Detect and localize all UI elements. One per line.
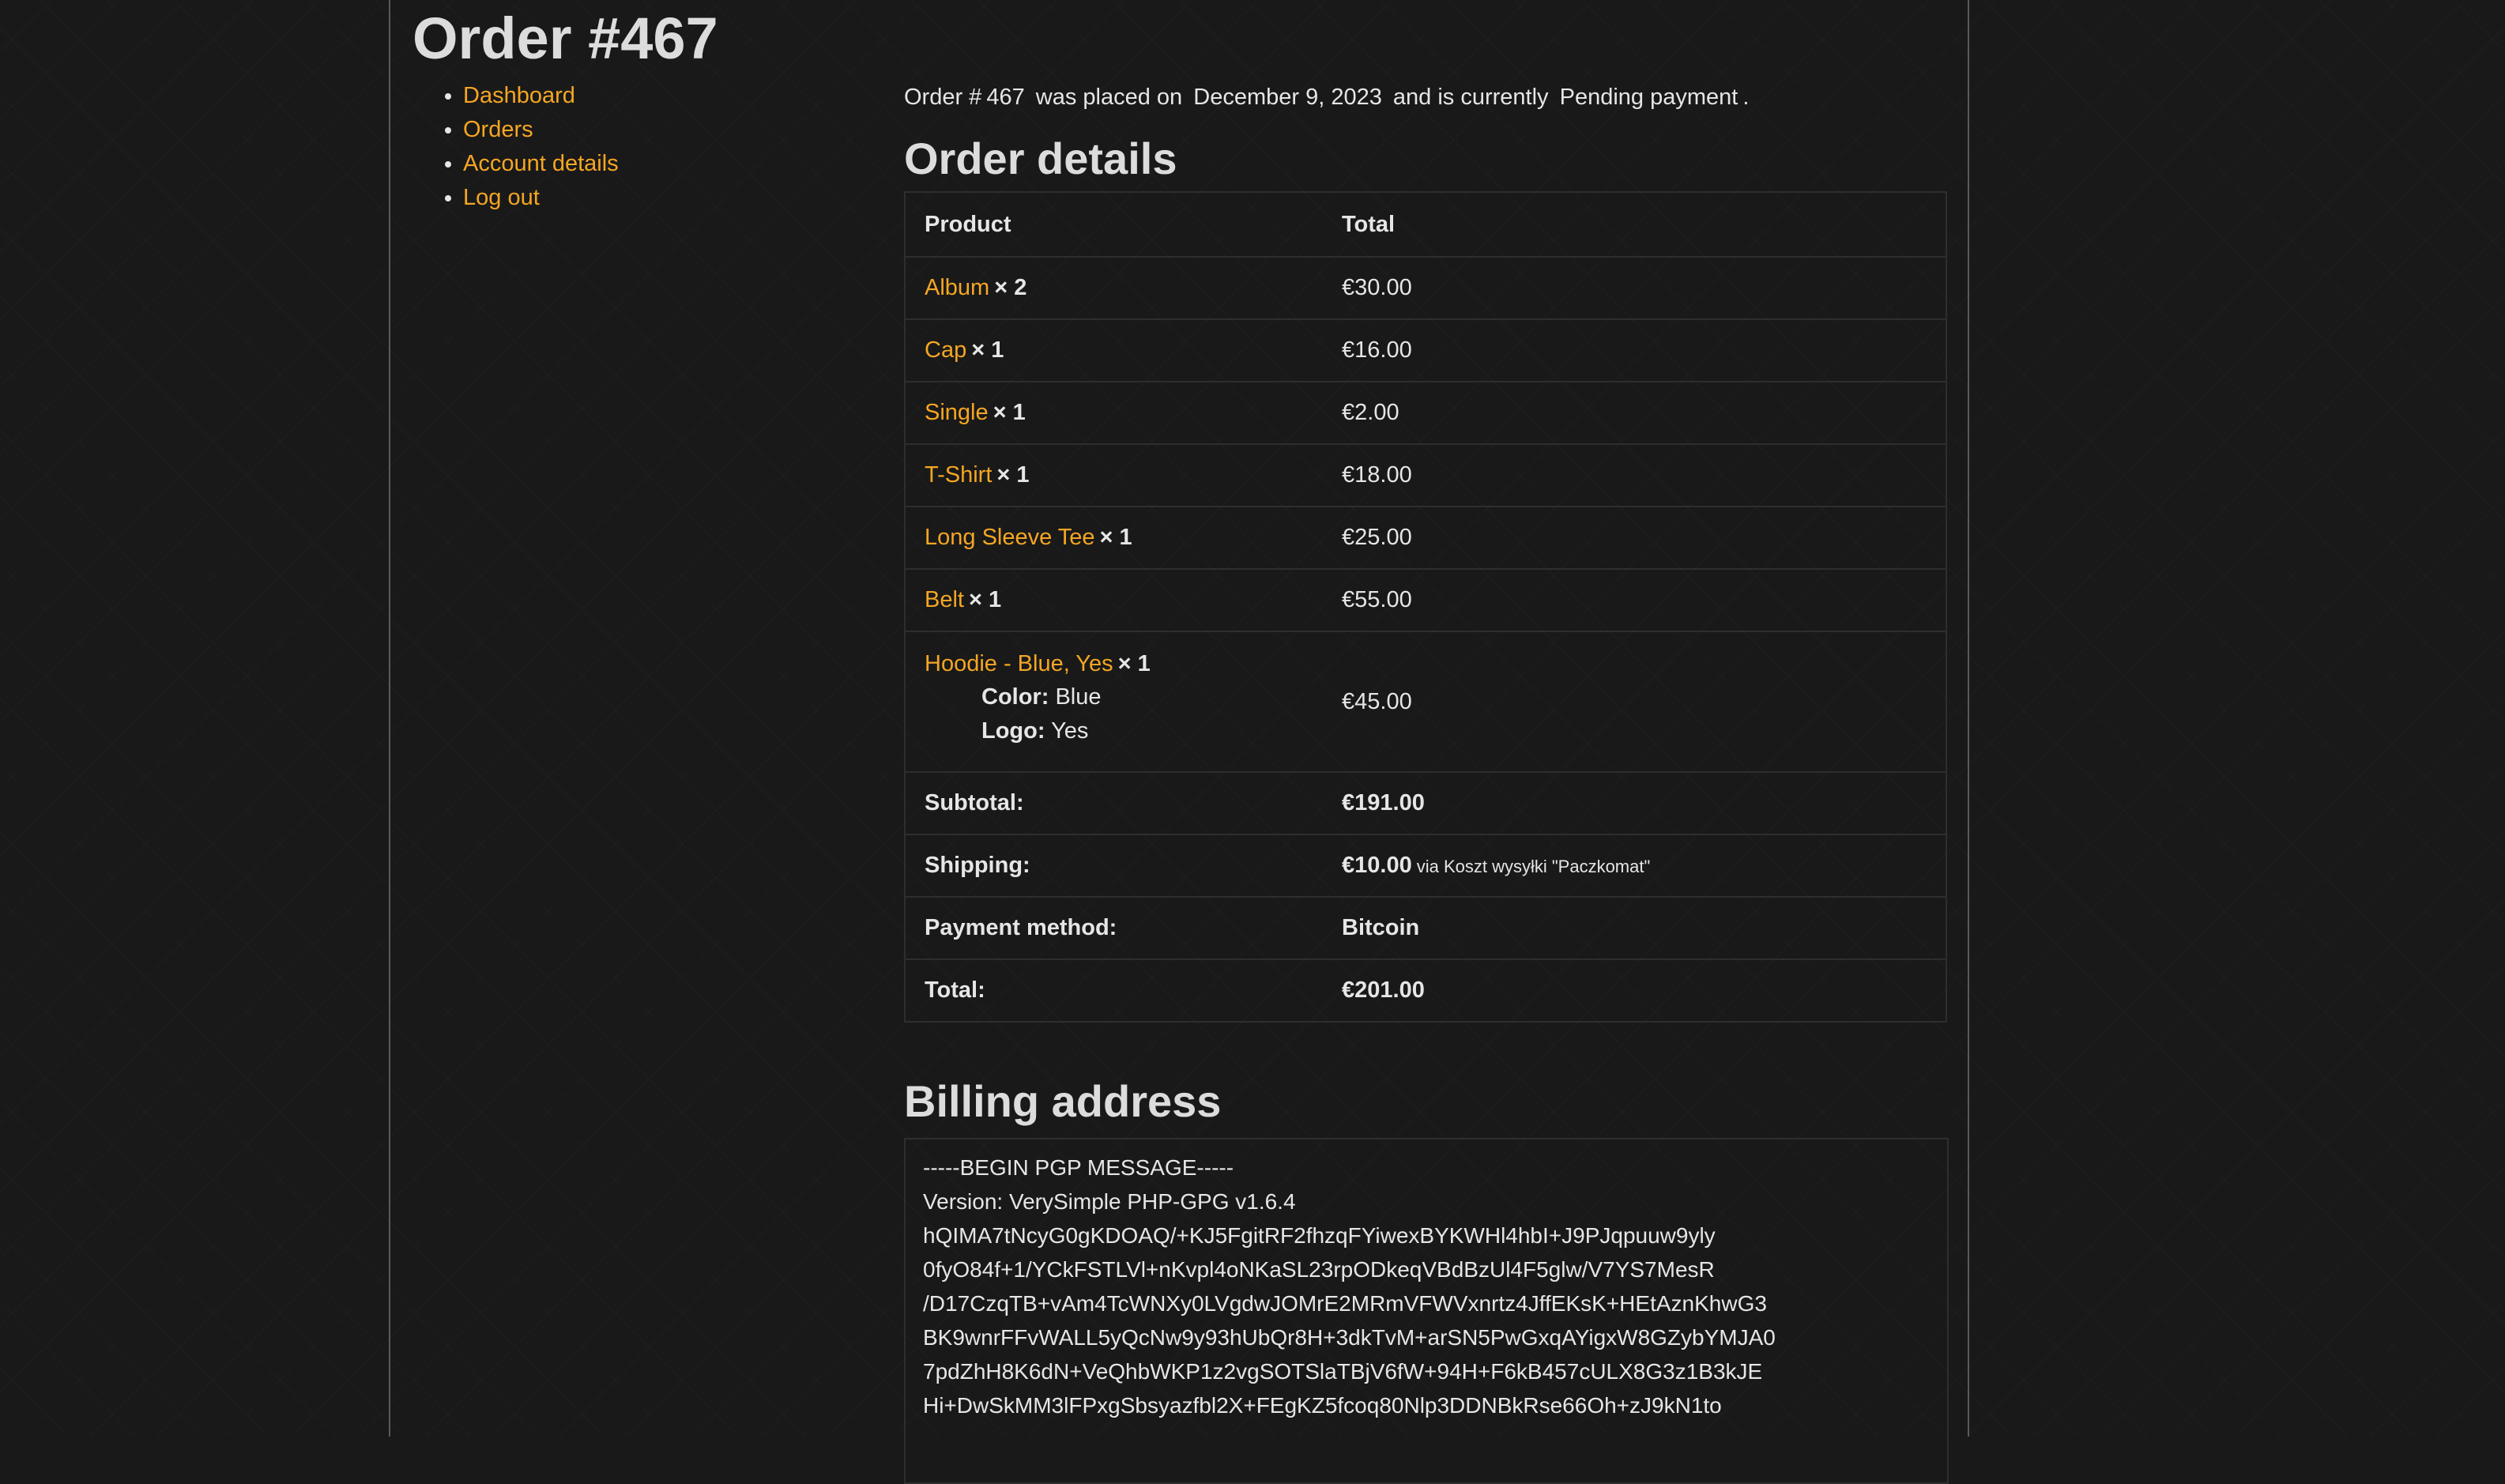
product-link[interactable]: Hoodie - Blue, Yes	[925, 651, 1113, 676]
table-row: T-Shirt × 1 €18.00	[905, 444, 1946, 507]
product-quantity: × 1	[1099, 525, 1132, 550]
line-total: €55.00	[1323, 569, 1946, 632]
product-cell: T-Shirt × 1	[905, 444, 1323, 507]
nav-link-dashboard[interactable]: Dashboard	[463, 83, 575, 108]
shipping-cell: €10.00 via Koszt wysyłki "Paczkomat"	[1323, 834, 1946, 898]
product-quantity: × 1	[971, 337, 1004, 363]
shipping-row: Shipping: €10.00 via Koszt wysyłki "Paczk…	[905, 834, 1946, 898]
product-cell: Single × 1	[905, 382, 1323, 445]
meta-value: Blue	[1055, 684, 1102, 710]
meta-key: Logo:	[981, 718, 1045, 744]
product-cell: Long Sleeve Tee × 1	[905, 507, 1323, 570]
page-container: Order #467 Dashboard Orders Account deta…	[389, 0, 1969, 1484]
payment-method-row: Payment method: Bitcoin	[905, 897, 1946, 960]
product-quantity: × 1	[968, 587, 1002, 612]
line-total: €45.00	[1323, 631, 1946, 773]
line-total: €16.00	[1323, 319, 1946, 382]
table-row: Belt × 1 €55.00	[905, 569, 1946, 632]
shipping-label: Shipping:	[905, 834, 1323, 898]
account-navigation: Dashboard Orders Account details Log out	[431, 79, 619, 215]
meta-value: Yes	[1051, 718, 1089, 744]
summary-prefix: Order #	[904, 85, 982, 110]
pgp-line: /D17CzqTB+vAm4TcWNXy0LVgdwJOMrE2MRmVFWVx…	[923, 1291, 1767, 1316]
pgp-line: 0fyO84f+1/YCkFSTLVl+nKvpl4oNKaSL23rpODke…	[923, 1257, 1715, 1282]
nav-item-account-details: Account details	[463, 147, 619, 181]
table-row: Album × 2 €30.00	[905, 257, 1946, 320]
variation-logo: Logo: Yes	[981, 714, 1304, 748]
pgp-line: 7pdZhH8K6dN+VeQhbWKP1z2vgSOTSlaTBjV6fW+9…	[923, 1359, 1763, 1384]
product-link[interactable]: Long Sleeve Tee	[925, 525, 1095, 550]
product-link[interactable]: Belt	[925, 587, 964, 612]
shipping-value: €10.00	[1342, 853, 1412, 878]
billing-address-box: -----BEGIN PGP MESSAGE----- Version: Ver…	[904, 1138, 1949, 1484]
meta-key: Color:	[981, 684, 1049, 710]
order-summary: Order #467 was placed on December 9, 202…	[904, 79, 1947, 115]
total-value: €201.00	[1323, 959, 1946, 1023]
total-row: Total: €201.00	[905, 959, 1946, 1023]
payment-method-label: Payment method:	[905, 897, 1323, 960]
product-quantity: × 1	[996, 462, 1030, 488]
table-row: Long Sleeve Tee × 1 €25.00	[905, 507, 1946, 570]
nav-item-orders: Orders	[463, 113, 619, 147]
order-status: Pending payment	[1559, 85, 1738, 110]
product-cell: Album × 2	[905, 257, 1323, 320]
pgp-line: Hi+DwSkMM3lFPxgSbsyazfbl2X+FEgKZ5fcoq80N…	[923, 1393, 1722, 1418]
nav-item-dashboard: Dashboard	[463, 79, 619, 113]
line-total: €25.00	[1323, 507, 1946, 570]
table-row: Cap × 1 €16.00	[905, 319, 1946, 382]
order-date: December 9, 2023	[1193, 85, 1382, 110]
table-row: Single × 1 €2.00	[905, 382, 1946, 445]
product-cell: Hoodie - Blue, Yes × 1 Color: Blue Logo: …	[905, 631, 1323, 773]
variation-color: Color: Blue	[981, 680, 1304, 714]
line-total: €2.00	[1323, 382, 1946, 445]
order-details-heading: Order details	[904, 134, 1177, 183]
payment-method-value: Bitcoin	[1323, 897, 1946, 960]
column-header-total: Total	[1323, 192, 1946, 258]
product-cell: Cap × 1	[905, 319, 1323, 382]
product-link[interactable]: Album	[925, 275, 989, 300]
summary-suffix: .	[1742, 85, 1750, 110]
pgp-line: -----BEGIN PGP MESSAGE-----	[923, 1155, 1234, 1180]
page-title: Order #467	[412, 6, 718, 71]
product-link[interactable]: Single	[925, 400, 989, 425]
product-quantity: × 1	[1117, 650, 1151, 676]
summary-status-text: and is currently	[1392, 85, 1549, 110]
table-header-row: Product Total	[905, 192, 1946, 258]
nav-link-orders[interactable]: Orders	[463, 117, 533, 142]
subtotal-value: €191.00	[1323, 772, 1946, 835]
product-link[interactable]: T-Shirt	[925, 462, 992, 488]
table-row: Hoodie - Blue, Yes × 1 Color: Blue Logo: …	[905, 631, 1946, 773]
product-cell: Belt × 1	[905, 569, 1323, 632]
pgp-line: hQIMA7tNcyG0gKDOAQ/+KJ5FgitRF2fhzqFYiwex…	[923, 1223, 1716, 1248]
subtotal-row: Subtotal: €191.00	[905, 772, 1946, 835]
product-quantity: × 2	[994, 275, 1027, 300]
nav-link-log-out[interactable]: Log out	[463, 185, 540, 210]
shipping-method: via Koszt wysyłki "Paczkomat"	[1416, 857, 1651, 876]
total-label: Total:	[905, 959, 1323, 1023]
billing-address-heading: Billing address	[904, 1076, 1222, 1126]
line-total: €18.00	[1323, 444, 1946, 507]
pgp-line: Version: VerySimple PHP-GPG v1.6.4	[923, 1189, 1296, 1214]
order-content: Order #467 was placed on December 9, 202…	[904, 79, 1949, 1484]
nav-item-log-out: Log out	[463, 181, 619, 215]
column-header-product: Product	[905, 192, 1323, 258]
product-variation-meta: Color: Blue Logo: Yes	[981, 680, 1304, 748]
product-link[interactable]: Cap	[925, 337, 966, 363]
nav-link-account-details[interactable]: Account details	[463, 151, 619, 176]
summary-placed-text: was placed on	[1035, 85, 1183, 110]
product-quantity: × 1	[993, 400, 1026, 425]
line-total: €30.00	[1323, 257, 1946, 320]
order-details-table: Product Total Album × 2 €30.00 Cap × 1 €16…	[904, 191, 1947, 1023]
pgp-line: BK9wnrFFvWALL5yQcNw9y93hUbQr8H+3dkTvM+ar…	[923, 1325, 1776, 1350]
order-number: 467	[986, 85, 1025, 110]
subtotal-label: Subtotal:	[905, 772, 1323, 835]
